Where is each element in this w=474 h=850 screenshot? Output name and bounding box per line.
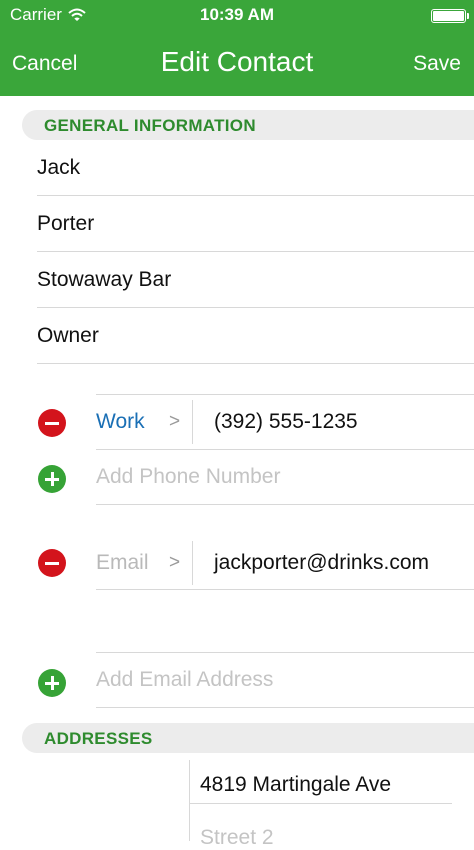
nav-bar: Carrier 10:39 AM Cancel Edit Contact Sav…	[0, 0, 474, 96]
remove-email-button[interactable]	[38, 549, 66, 577]
add-email-button[interactable]	[38, 669, 66, 697]
add-phone-field[interactable]: Add Phone Number	[96, 465, 280, 489]
address-divider	[189, 760, 190, 841]
last-name-field[interactable]: Porter	[37, 196, 474, 252]
add-email-field[interactable]: Add Email Address	[96, 668, 273, 692]
job-title-field[interactable]: Owner	[37, 308, 474, 364]
phone-row-top-divider	[96, 394, 474, 395]
email-divider	[192, 541, 193, 585]
email-row-divider	[96, 589, 474, 590]
section-header-general: GENERAL INFORMATION	[22, 110, 474, 140]
chevron-right-icon[interactable]: >	[169, 411, 180, 433]
phone-type-label[interactable]: Work	[96, 410, 145, 434]
phone-divider	[192, 400, 193, 444]
company-field[interactable]: Stowaway Bar	[37, 252, 474, 308]
first-name-field[interactable]: Jack	[37, 140, 474, 196]
street-1-field[interactable]: 4819 Martingale Ave	[200, 773, 391, 797]
add-email-divider	[96, 707, 474, 708]
remove-phone-button[interactable]	[38, 409, 66, 437]
status-time: 10:39 AM	[199, 5, 274, 24]
add-email-top-divider	[96, 652, 474, 653]
section-header-addresses: ADDRESSES	[22, 723, 474, 753]
email-field[interactable]: jackporter@drinks.com	[214, 551, 429, 575]
save-button[interactable]: Save	[413, 52, 461, 76]
street-2-field[interactable]: Street 2	[200, 826, 274, 850]
page-title: Edit Contact	[160, 46, 314, 77]
phone-number-field[interactable]: (392) 555-1235	[214, 410, 358, 434]
battery-icon	[431, 9, 469, 23]
phone-row-divider	[96, 449, 474, 450]
add-phone-button[interactable]	[38, 465, 66, 493]
street-1-divider	[189, 803, 452, 804]
chevron-right-icon[interactable]: >	[169, 552, 180, 574]
email-type-label[interactable]: Email	[96, 551, 149, 575]
add-phone-divider	[96, 504, 474, 505]
